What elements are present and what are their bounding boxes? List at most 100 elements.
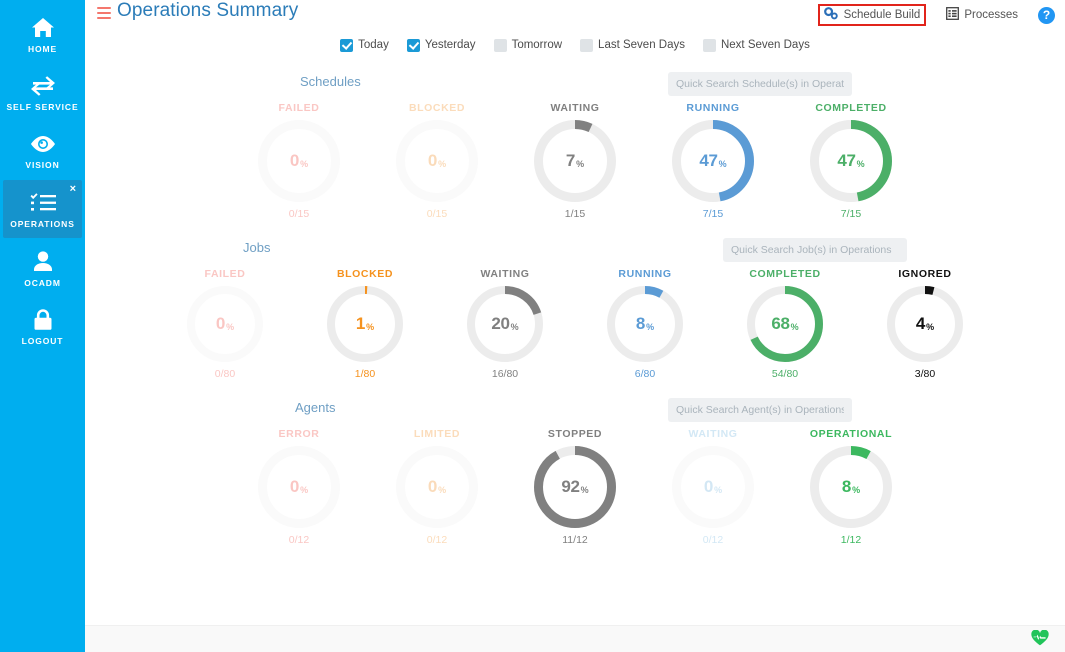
filter-label: Yesterday [424, 39, 476, 51]
gauge-label: BLOCKED [408, 102, 466, 114]
gauge-percent-value: 0 [215, 314, 226, 333]
gauge-percent-value: 20 [491, 314, 510, 333]
gauge-percent-value: 8 [841, 477, 852, 496]
gauge-percent-symbol: % [226, 321, 235, 332]
donut-chart: 0% [258, 446, 340, 528]
gauge-fraction: 1/15 [564, 208, 586, 220]
gauge-value-group: 0% [187, 286, 263, 362]
gauge-percent-value: 0 [289, 477, 300, 496]
filter-next-seven-days[interactable]: Next Seven Days [702, 38, 810, 52]
gauge-percent-symbol: % [926, 321, 935, 332]
table-icon [946, 7, 960, 23]
filter-yesterday[interactable]: Yesterday [406, 38, 476, 52]
gauge-fraction: 7/15 [702, 208, 724, 220]
section-jobs: JobsFAILED0%0/80BLOCKED1%1/80WAITING20%1… [85, 238, 1065, 380]
filter-label: Today [358, 39, 389, 51]
main-content: Operations Summary Schedule Build Proces… [85, 0, 1065, 652]
gauge-fraction: 6/80 [634, 368, 656, 380]
gauge-agents-waiting[interactable]: WAITING 0% 0/12 [658, 428, 768, 546]
gauge-label: FAILED [278, 102, 320, 114]
gauge-value-group: 8% [607, 286, 683, 362]
donut-chart: 68% [747, 286, 823, 362]
donut-chart: 47% [672, 120, 754, 202]
gauge-label: OPERATIONAL [809, 428, 893, 440]
filter-today[interactable]: Today [340, 38, 389, 52]
sidebar-item-logout[interactable]: LOGOUT [3, 298, 82, 354]
sections-host: Schedules FAILED 0% 0/15 BLOCKED 0% 0/15 WAITIN… [85, 72, 1065, 546]
gauge-schedules-waiting[interactable]: WAITING 7% 1/15 [520, 102, 630, 220]
gauge-value-group: 68% [747, 286, 823, 362]
top-actions: Schedule Build Processes ? [817, 4, 1055, 26]
checkbox-last-seven-days[interactable] [580, 38, 594, 52]
section-header-agents: Agents [85, 398, 1065, 428]
page-title: Operations Summary [117, 0, 299, 21]
filter-last-seven-days[interactable]: Last Seven Days [580, 38, 685, 52]
processes-label: Processes [964, 9, 1018, 21]
gauge-agents-limited[interactable]: LIMITED 0% 0/12 [382, 428, 492, 546]
gauge-percent-symbol: % [438, 484, 447, 495]
gauge-fraction: 54/80 [771, 368, 799, 380]
search-input-schedules[interactable] [668, 72, 852, 96]
sidebar-item-ocadm[interactable]: OCADM [3, 240, 82, 296]
exchange-arrows-icon [30, 73, 56, 99]
sidebar-label-home: HOME [27, 43, 58, 54]
gauge-schedules-completed[interactable]: COMPLETED 47% 7/15 [796, 102, 906, 220]
gauge-agents-stopped[interactable]: STOPPED 92% 11/12 [520, 428, 630, 546]
search-input-agents[interactable] [668, 398, 852, 422]
gauge-percent-value: 1 [355, 314, 366, 333]
sidebar-item-self-service[interactable]: SELF SERVICE [3, 64, 82, 120]
gauge-jobs-blocked[interactable]: BLOCKED 1% 1/80 [313, 268, 417, 380]
gauge-label: RUNNING [686, 102, 740, 114]
gauge-fraction: 0/80 [214, 368, 236, 380]
sidebar-item-vision[interactable]: VISION [3, 122, 82, 178]
gauge-agents-operational[interactable]: OPERATIONAL 8% 1/12 [796, 428, 906, 546]
checkbox-tomorrow[interactable] [493, 38, 507, 52]
user-icon [33, 249, 53, 275]
gauge-percent-symbol: % [718, 158, 727, 169]
checkbox-today[interactable] [340, 38, 354, 52]
gauge-percent-value: 68 [771, 314, 790, 333]
gauge-value-group: 8% [810, 446, 892, 528]
gauge-jobs-completed[interactable]: COMPLETED 68% 54/80 [733, 268, 837, 380]
sidebar-item-home[interactable]: HOME [3, 6, 82, 62]
gauge-value-group: 0% [258, 120, 340, 202]
section-agents: Agents ERROR 0% 0/12 LIMITED 0% 0/12 STOPPED 92%… [85, 398, 1065, 546]
top-bar: Operations Summary Schedule Build Proces… [85, 0, 1065, 32]
gauge-schedules-running[interactable]: RUNNING 47% 7/15 [658, 102, 768, 220]
hamburger-icon[interactable] [97, 7, 111, 19]
gauge-percent-symbol: % [856, 158, 865, 169]
gauge-percent-symbol: % [438, 158, 447, 169]
gauge-percent-value: 4 [915, 314, 926, 333]
processes-button[interactable]: Processes [940, 4, 1024, 26]
gauge-percent-value: 0 [427, 477, 438, 496]
search-input-jobs[interactable] [723, 238, 907, 262]
donut-chart: 0% [187, 286, 263, 362]
gauge-row-agents: ERROR 0% 0/12 LIMITED 0% 0/12 STOPPED 92% 11/12 W… [85, 428, 1065, 546]
donut-chart: 0% [396, 446, 478, 528]
help-circle-icon[interactable]: ? [1038, 6, 1055, 24]
filter-tomorrow[interactable]: Tomorrow [493, 38, 562, 52]
gauge-percent-symbol: % [852, 484, 861, 495]
donut-chart: 7% [534, 120, 616, 202]
schedule-build-button[interactable]: Schedule Build [817, 4, 927, 26]
gauge-percent-value: 0 [703, 477, 714, 496]
gauge-percent-value: 92 [561, 477, 580, 496]
gauge-jobs-failed[interactable]: FAILED 0% 0/80 [173, 268, 277, 380]
gauge-label: WAITING [480, 268, 530, 280]
gauge-jobs-ignored[interactable]: IGNORED 4% 3/80 [873, 268, 977, 380]
gauge-percent-symbol: % [576, 158, 585, 169]
gauge-value-group: 7% [534, 120, 616, 202]
gauge-jobs-running[interactable]: RUNNING 8% 6/80 [593, 268, 697, 380]
gauge-percent-symbol: % [580, 484, 589, 495]
gauge-jobs-waiting[interactable]: WAITING 20% 16/80 [453, 268, 557, 380]
gauge-schedules-failed[interactable]: FAILED 0% 0/15 [244, 102, 354, 220]
donut-chart: 92% [534, 446, 616, 528]
gauge-percent-value: 47 [837, 151, 856, 170]
gauge-schedules-blocked[interactable]: BLOCKED 0% 0/15 [382, 102, 492, 220]
gauge-label: ERROR [278, 428, 320, 440]
sidebar-item-operations[interactable]: × OPERATIONS [3, 180, 82, 238]
close-icon[interactable]: × [70, 184, 76, 195]
checkbox-next-seven-days[interactable] [702, 38, 716, 52]
checkbox-yesterday[interactable] [406, 38, 420, 52]
gauge-agents-error[interactable]: ERROR 0% 0/12 [244, 428, 354, 546]
